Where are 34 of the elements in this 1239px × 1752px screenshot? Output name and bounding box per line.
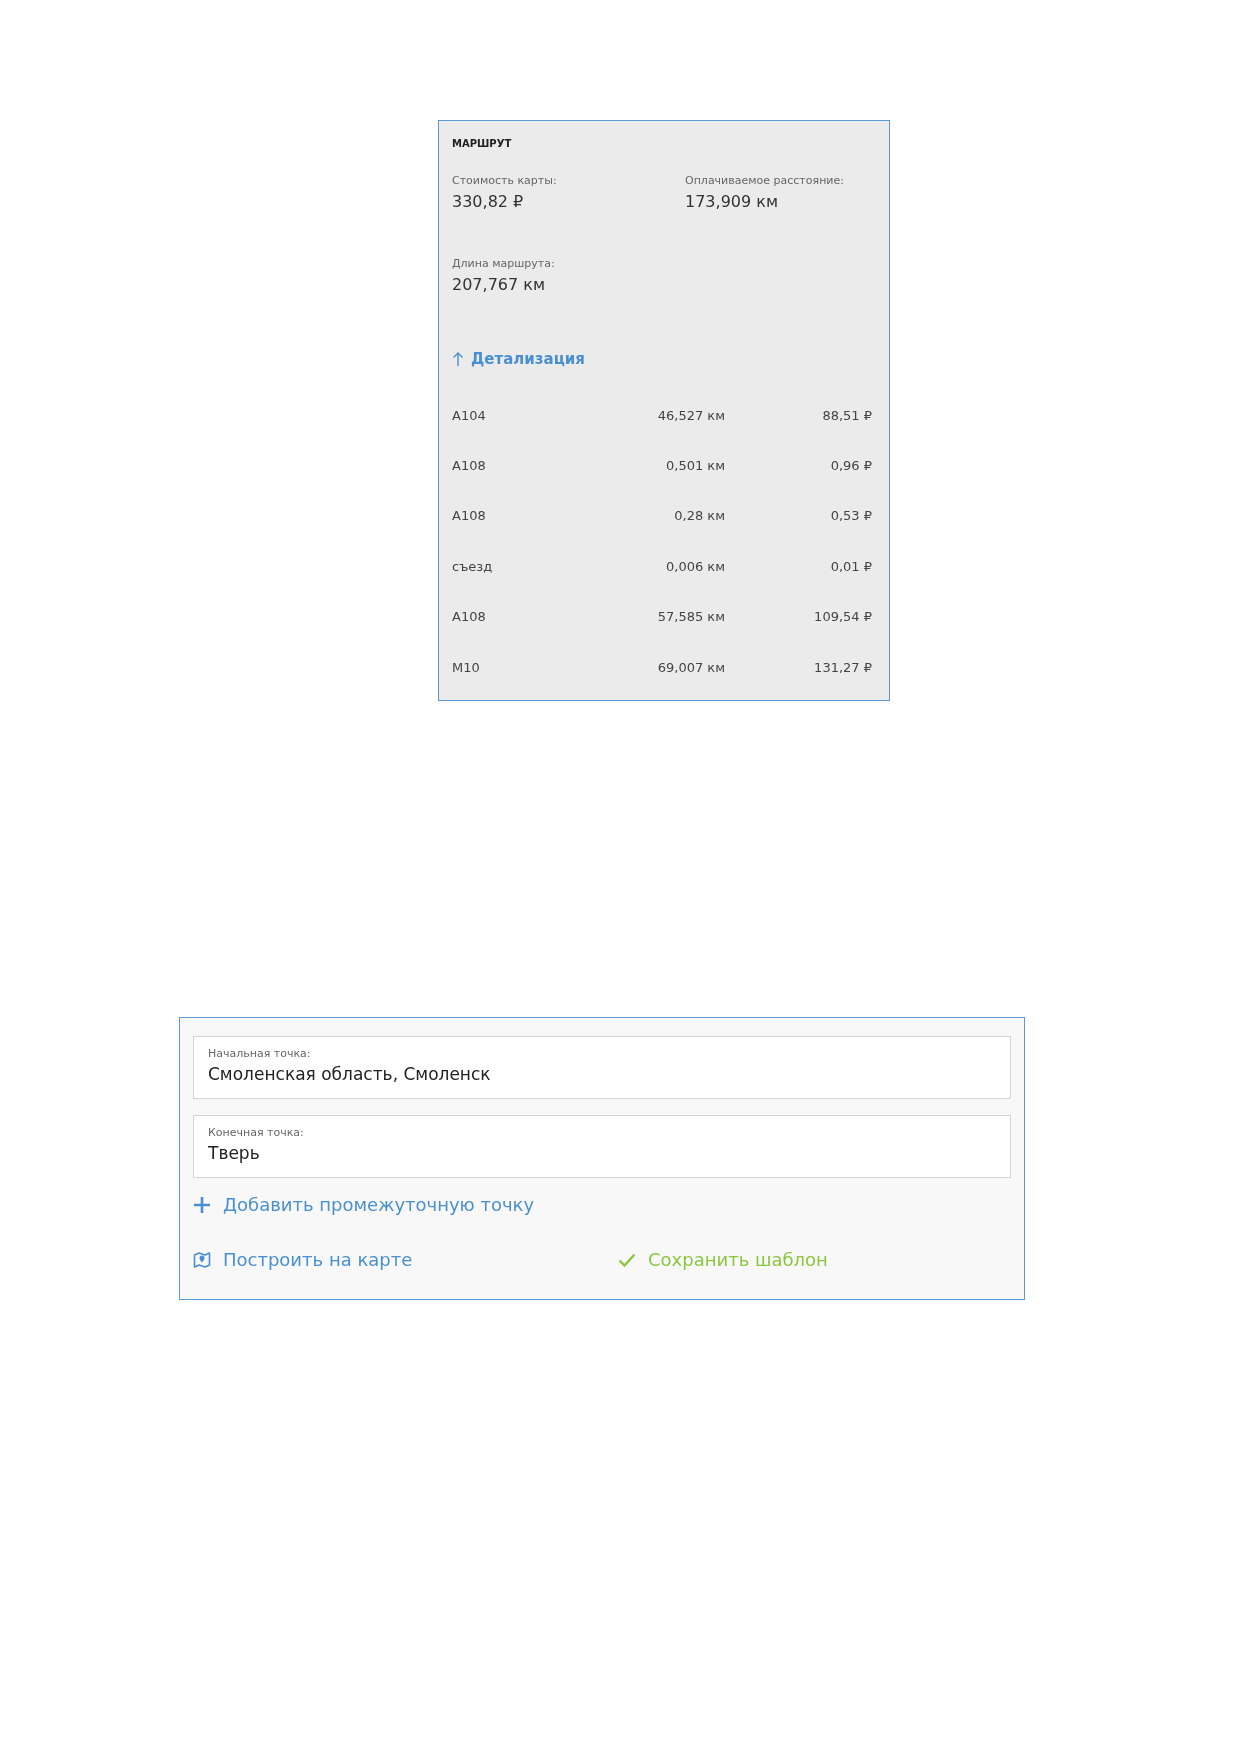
field-label: Конечная точка:: [208, 1126, 305, 1139]
segment-cost: 88,51 ₽: [822, 407, 872, 423]
segment-cost: 131,27 ₽: [814, 659, 872, 675]
segment-cost: 0,96 ₽: [830, 458, 872, 474]
segment-distance: 46,527 км: [657, 407, 725, 423]
road-name: А108: [452, 609, 486, 625]
segment-distance: 0,501 км: [666, 458, 725, 474]
segment-distance: 0,28 км: [674, 508, 725, 524]
segment-distance: 57,585 км: [657, 609, 725, 625]
road-name: А108: [452, 458, 486, 474]
stat-label: Оплачиваемое расстояние:: [685, 174, 845, 187]
segment-cost: 0,01 ₽: [830, 558, 872, 574]
field-label: Начальная точка:: [208, 1047, 312, 1060]
input-field[interactable]: Конечная точка: Тверь: [193, 1115, 1011, 1178]
stat-label: Длина маршрута:: [452, 257, 556, 270]
plus-icon: [193, 1195, 211, 1214]
segment-distance: 0,006 км: [666, 558, 725, 574]
segment-cost: 109,54 ₽: [814, 609, 872, 625]
stat-value: 173,909 км: [685, 192, 779, 211]
segment-distance: 69,007 км: [657, 659, 725, 675]
field-value[interactable]: Тверь: [208, 1143, 996, 1163]
stat-label: Стоимость карты:: [452, 174, 558, 187]
field-value[interactable]: Смоленская область, Смоленск: [208, 1064, 996, 1084]
section-title: МАРШРУТ: [452, 138, 513, 149]
map-icon: [193, 1250, 211, 1269]
road-name: А108: [452, 508, 486, 524]
input-field[interactable]: Начальная точка: Смоленская область, Смоленск: [193, 1036, 1011, 1099]
stat-value: 207,767 км: [452, 275, 546, 294]
road-name: съезд: [452, 558, 493, 574]
road-name: А104: [452, 407, 486, 423]
road-name: М10: [452, 659, 480, 675]
segment-cost: 0,53 ₽: [830, 508, 872, 524]
arrow-up-icon: [452, 351, 464, 367]
stat-value: 330,82 ₽: [452, 192, 525, 211]
